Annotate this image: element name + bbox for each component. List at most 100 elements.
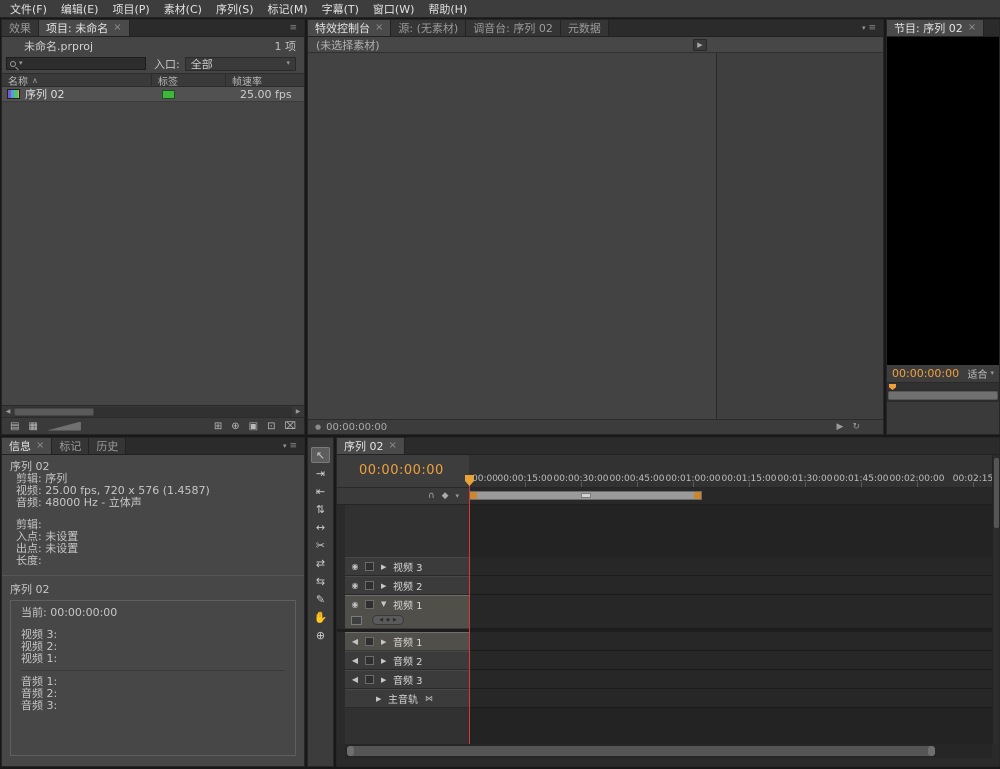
new-item-button[interactable]: ⊡ bbox=[267, 421, 275, 432]
project-item-row[interactable]: 序列 02 25.00 fps bbox=[2, 87, 304, 102]
tab-audio-mixer[interactable]: 调音台: 序列 02 bbox=[466, 20, 561, 36]
eye-icon[interactable]: ◉ bbox=[349, 600, 361, 609]
collapse-icon[interactable]: ▶ bbox=[381, 657, 389, 665]
tab-metadata[interactable]: 元数据 bbox=[561, 20, 609, 36]
pen-tool[interactable]: ✎ bbox=[311, 591, 330, 607]
rolling-edit-tool[interactable]: ⇅ bbox=[311, 501, 330, 517]
ripple-edit-tool[interactable]: ⇤ bbox=[311, 483, 330, 499]
menu-edit[interactable]: 编辑(E) bbox=[54, 0, 106, 19]
close-icon[interactable]: × bbox=[113, 23, 121, 33]
close-icon[interactable]: × bbox=[389, 441, 397, 451]
play-icon[interactable]: ▶ bbox=[837, 422, 844, 432]
snap-icon[interactable]: ∩ bbox=[428, 491, 435, 501]
effect-controls-timecode[interactable]: 00:00:00:00 bbox=[326, 422, 387, 433]
collapse-icon[interactable]: ▶ bbox=[381, 676, 389, 684]
set-marker-icon[interactable]: ◆ bbox=[442, 491, 449, 501]
label-color-swatch[interactable] bbox=[162, 90, 175, 99]
tab-effects[interactable]: 效果 bbox=[2, 20, 39, 36]
menu-sequence[interactable]: 序列(S) bbox=[209, 0, 261, 19]
track-lock-toggle[interactable] bbox=[365, 656, 374, 665]
panel-menu-icon[interactable]: ▾ ≡ bbox=[276, 438, 304, 454]
menu-help[interactable]: 帮助(H) bbox=[421, 0, 474, 19]
tab-project[interactable]: 项目: 未命名 × bbox=[39, 20, 130, 36]
track-content[interactable] bbox=[469, 632, 992, 651]
track-header[interactable]: ◉ ▶ 视频 2 bbox=[345, 576, 469, 595]
column-header-framerate[interactable]: 帧速率 bbox=[226, 74, 304, 86]
program-timecode[interactable]: 00:00:00:00 bbox=[892, 367, 959, 380]
track-header[interactable]: ◉ ▶ 视频 3 bbox=[345, 557, 469, 576]
menu-file[interactable]: 文件(F) bbox=[3, 0, 54, 19]
selection-tool[interactable]: ↖ bbox=[311, 447, 330, 463]
scrollbar-track[interactable] bbox=[14, 407, 292, 417]
timeline-vscrollbar[interactable] bbox=[992, 455, 999, 744]
scrollbar-thumb[interactable] bbox=[14, 408, 94, 416]
keyframe-nav-control[interactable]: ◀ ◆ ▶ bbox=[372, 615, 404, 625]
tab-sequence-02[interactable]: 序列 02 × bbox=[337, 438, 405, 454]
track-header[interactable]: ◀ ▶ 音频 1 bbox=[345, 632, 469, 651]
speaker-icon[interactable]: ◀ bbox=[349, 637, 361, 646]
loop-icon[interactable]: ↻ bbox=[852, 422, 860, 432]
program-scrubber[interactable] bbox=[887, 382, 999, 390]
prev-keyframe-icon[interactable]: ◀ bbox=[379, 617, 383, 623]
work-area-strip[interactable] bbox=[469, 488, 992, 505]
marker-dropdown-icon[interactable]: ▾ bbox=[455, 493, 459, 500]
menu-clip[interactable]: 素材(C) bbox=[157, 0, 209, 19]
keyframe-icon[interactable]: ◆ bbox=[386, 617, 390, 623]
clear-button[interactable]: ⌧ bbox=[284, 421, 296, 432]
scrollbar-thumb[interactable] bbox=[888, 391, 998, 400]
slip-tool[interactable]: ⇄ bbox=[311, 555, 330, 571]
slide-tool[interactable]: ⇆ bbox=[311, 573, 330, 589]
tab-markers[interactable]: 标记 bbox=[52, 438, 89, 454]
close-icon[interactable]: × bbox=[36, 441, 44, 451]
work-area-start-handle[interactable] bbox=[470, 492, 477, 499]
tab-program[interactable]: 节目: 序列 02 × bbox=[887, 20, 984, 36]
collapse-icon[interactable]: ▶ bbox=[381, 582, 389, 590]
project-hscrollbar[interactable]: ◀ ▶ bbox=[2, 405, 304, 417]
next-keyframe-icon[interactable]: ▶ bbox=[393, 617, 397, 623]
show-timeline-view-button[interactable]: ▶ bbox=[693, 39, 707, 51]
scrollbar-thumb[interactable] bbox=[994, 458, 999, 528]
track-header[interactable]: ◀ ▶ 音频 2 bbox=[345, 651, 469, 670]
track-content[interactable] bbox=[469, 670, 992, 689]
search-dropdown-icon[interactable]: ▾ bbox=[19, 60, 23, 67]
track-lock-toggle[interactable] bbox=[365, 600, 374, 609]
zoom-slider[interactable] bbox=[47, 422, 81, 431]
track-content[interactable] bbox=[469, 557, 992, 576]
speaker-icon[interactable]: ◀ bbox=[349, 675, 361, 684]
tab-history[interactable]: 历史 bbox=[89, 438, 126, 454]
find-button[interactable]: ⊕ bbox=[231, 421, 239, 432]
track-lock-toggle[interactable] bbox=[365, 637, 374, 646]
menu-marker[interactable]: 标记(M) bbox=[261, 0, 315, 19]
menu-window[interactable]: 窗口(W) bbox=[366, 0, 421, 19]
column-header-name[interactable]: 名称 ∧ bbox=[2, 74, 152, 86]
timeline-hscrollbar[interactable] bbox=[345, 744, 992, 758]
track-lock-toggle[interactable] bbox=[365, 675, 374, 684]
search-input[interactable]: ▾ bbox=[6, 57, 146, 70]
time-ruler[interactable]: 00:00 00:00:15:00 00:00:30:00 00:00:45:0… bbox=[469, 455, 992, 488]
panel-menu-icon[interactable]: ≡ bbox=[282, 20, 304, 36]
show-keyframes-icon[interactable]: ⋈ bbox=[425, 694, 433, 703]
menu-title[interactable]: 字幕(T) bbox=[315, 0, 366, 19]
tab-source-monitor[interactable]: 源: (无素材) bbox=[391, 20, 466, 36]
close-icon[interactable]: × bbox=[375, 23, 383, 33]
razor-tool[interactable]: ✂ bbox=[311, 537, 330, 553]
entry-filter-select[interactable]: 全部 ▾ bbox=[185, 57, 296, 71]
eye-icon[interactable]: ◉ bbox=[349, 581, 361, 590]
work-area-grip[interactable] bbox=[581, 493, 591, 498]
track-select-tool[interactable]: ⇥ bbox=[311, 465, 330, 481]
track-content[interactable] bbox=[469, 689, 992, 708]
collapse-icon[interactable]: ▶ bbox=[376, 695, 384, 703]
track-content[interactable] bbox=[469, 595, 992, 629]
collapse-icon[interactable]: ▶ bbox=[381, 638, 389, 646]
collapse-icon[interactable]: ▶ bbox=[381, 563, 389, 571]
new-bin-button[interactable]: ▣ bbox=[249, 421, 258, 432]
program-scrollbar[interactable] bbox=[887, 390, 999, 402]
track-lock-toggle[interactable] bbox=[365, 562, 374, 571]
scroll-left-icon[interactable]: ◀ bbox=[2, 408, 14, 415]
track-header[interactable]: ◉ ▼ 视频 1 ◀ ◆ ▶ bbox=[345, 595, 469, 629]
track-header[interactable]: ▶ 主音轨 ⋈ bbox=[345, 689, 469, 708]
work-area-bar[interactable] bbox=[469, 491, 702, 500]
zoom-level-select[interactable]: 适合 ▾ bbox=[967, 366, 994, 381]
automate-to-sequence-button[interactable]: ⊞ bbox=[214, 421, 222, 432]
menu-project[interactable]: 项目(P) bbox=[105, 0, 156, 19]
